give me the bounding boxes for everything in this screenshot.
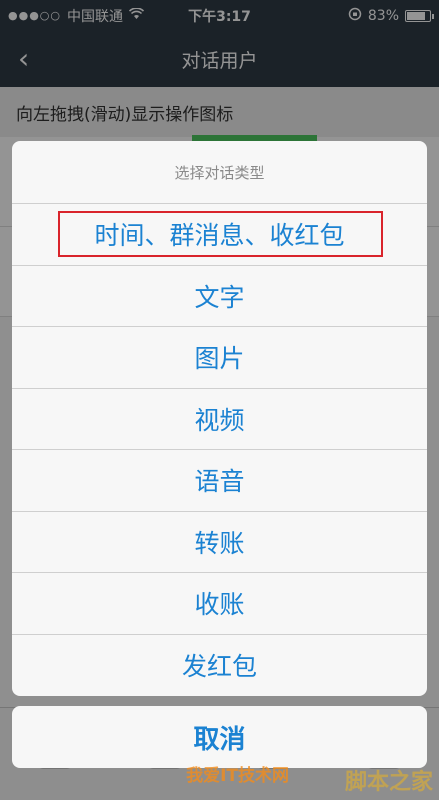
option-receive-payment[interactable]: 收账 — [12, 573, 427, 635]
watermark-tagline: 我爱IT技术网 — [186, 766, 289, 786]
action-sheet-title: 选择对话类型 — [12, 141, 427, 204]
option-text[interactable]: 文字 — [12, 266, 427, 327]
option-image[interactable]: 图片 — [12, 327, 427, 389]
option-label: 时间、群消息、收红包 — [94, 221, 345, 251]
action-sheet: 选择对话类型 时间、群消息、收红包 文字 图片 视频 语音 转账 收账 发红包 — [12, 141, 427, 696]
option-transfer[interactable]: 转账 — [12, 512, 427, 573]
option-voice[interactable]: 语音 — [12, 450, 427, 512]
option-send-redpacket[interactable]: 发红包 — [12, 635, 427, 697]
option-time-group-receive-redpacket[interactable]: 时间、群消息、收红包 — [12, 204, 427, 266]
option-video[interactable]: 视频 — [12, 389, 427, 450]
watermark-logo: 脚本之家 — [344, 770, 433, 795]
cancel-button[interactable]: 取消 — [12, 706, 427, 768]
